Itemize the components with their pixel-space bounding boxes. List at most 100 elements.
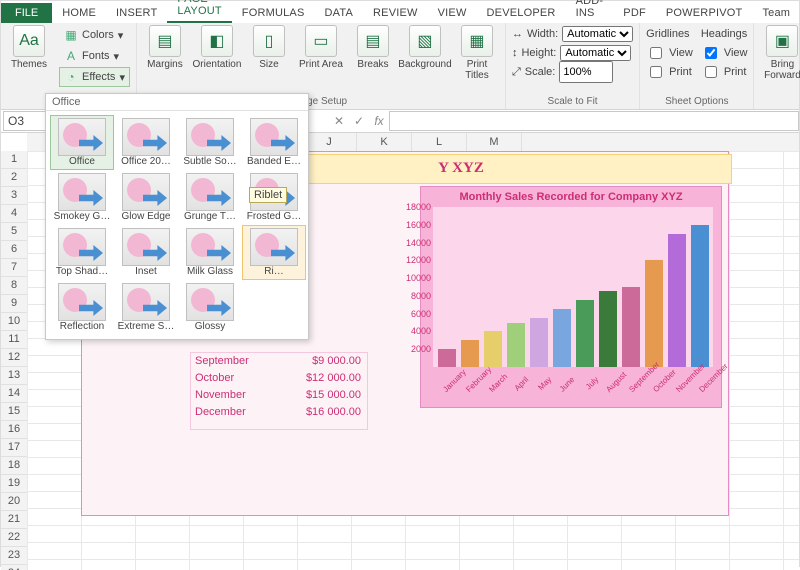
row-header[interactable]: 6	[1, 241, 27, 259]
col-header[interactable]: L	[412, 133, 467, 151]
row-header[interactable]: 4	[1, 205, 27, 223]
row-header[interactable]: 2	[1, 169, 27, 187]
effect-thumb[interactable]: Milk Glass	[178, 225, 242, 280]
effect-thumb[interactable]: Glossy	[178, 280, 242, 335]
col-header[interactable]: J	[302, 133, 357, 151]
effect-thumb-label: Banded E…	[245, 156, 303, 167]
height-select[interactable]: Automatic	[560, 45, 631, 61]
month-cell: December	[191, 404, 278, 421]
scale-input[interactable]	[559, 61, 613, 83]
row-header[interactable]: 22	[1, 529, 27, 547]
gridlines-heading: Gridlines	[646, 25, 693, 43]
formula-input[interactable]	[389, 111, 799, 131]
row-header[interactable]: 1	[1, 151, 27, 169]
tab-addins[interactable]: ADD-INS	[566, 0, 614, 23]
tab-pdf[interactable]: PDF	[613, 3, 656, 23]
effect-thumb[interactable]: Subtle So…	[178, 115, 242, 170]
chart-y-tick: 10000	[401, 273, 433, 283]
group-sheet-options: Gridlines View Print Headings View Print…	[640, 23, 754, 109]
effects-button[interactable]: ◔Effects ▾	[59, 67, 130, 87]
themes-icon: Aa	[13, 25, 45, 57]
margins-button[interactable]: ▤Margins	[143, 25, 187, 70]
effect-thumb-icon	[122, 228, 170, 266]
effect-thumb-label: Extreme S…	[117, 321, 175, 332]
col-header[interactable]: K	[357, 133, 412, 151]
print-titles-button[interactable]: ▦Print Titles	[455, 25, 499, 81]
row-header[interactable]: 24	[1, 565, 27, 570]
row-header[interactable]: 15	[1, 403, 27, 421]
tab-data[interactable]: DATA	[315, 3, 364, 23]
effect-thumb[interactable]: Ri…	[242, 225, 306, 280]
row-header[interactable]: 19	[1, 475, 27, 493]
chart-bar	[438, 349, 456, 367]
table-row: November$15 000.00	[191, 387, 367, 404]
row-headers[interactable]: 1234567891011121314151617181920212223242…	[1, 151, 28, 570]
enter-icon[interactable]: ✓	[349, 114, 369, 128]
effect-thumb-label: Reflection	[53, 321, 111, 332]
effect-thumb[interactable]: Grunge T…	[178, 170, 242, 225]
chart-bar	[576, 300, 594, 367]
row-header[interactable]: 9	[1, 295, 27, 313]
effect-thumb[interactable]: Office	[50, 115, 114, 170]
effect-thumb[interactable]: Reflection	[50, 280, 114, 335]
col-header[interactable]: M	[467, 133, 522, 151]
gridlines-view-check[interactable]	[650, 45, 662, 61]
row-header[interactable]: 14	[1, 385, 27, 403]
row-header[interactable]: 23	[1, 547, 27, 565]
effect-thumb[interactable]: Office 20…	[114, 115, 178, 170]
row-header[interactable]: 16	[1, 421, 27, 439]
chart-plot-area: 1800016000140001200010000800060004000200…	[433, 207, 713, 367]
headings-print-check[interactable]	[705, 64, 717, 80]
tab-view[interactable]: VIEW	[428, 3, 477, 23]
chart[interactable]: Monthly Sales Recorded for Company XYZ 1…	[420, 186, 722, 408]
gridlines-print-check[interactable]	[650, 64, 662, 80]
row-header[interactable]: 20	[1, 493, 27, 511]
tab-formulas[interactable]: FORMULAS	[232, 3, 315, 23]
chart-bar	[461, 340, 479, 367]
tab-team[interactable]: Team	[752, 3, 800, 23]
tab-powerpivot[interactable]: POWERPIVOT	[656, 3, 753, 23]
tab-insert[interactable]: INSERT	[106, 3, 167, 23]
headings-view-check[interactable]	[705, 45, 717, 61]
effect-thumb[interactable]: Inset	[114, 225, 178, 280]
cancel-icon[interactable]: ✕	[329, 114, 349, 128]
file-tab[interactable]: FILE	[1, 3, 52, 23]
themes-button[interactable]: AaThemes	[7, 25, 51, 70]
row-header[interactable]: 21	[1, 511, 27, 529]
width-select[interactable]: Automatic	[562, 26, 633, 42]
row-header[interactable]: 7	[1, 259, 27, 277]
colors-button[interactable]: ▦Colors ▾	[59, 25, 130, 45]
fonts-button[interactable]: AFonts ▾	[59, 46, 130, 66]
bring-forward-button[interactable]: ▣Bring Forward	[760, 25, 800, 81]
tab-developer[interactable]: DEVELOPER	[477, 3, 566, 23]
breaks-button[interactable]: ▤Breaks	[351, 25, 395, 70]
row-header[interactable]: 8	[1, 277, 27, 295]
row-header[interactable]: 5	[1, 223, 27, 241]
row-header[interactable]: 13	[1, 367, 27, 385]
effect-thumb[interactable]: Extreme S…	[114, 280, 178, 335]
effect-thumb[interactable]: Top Shad…	[50, 225, 114, 280]
effect-thumb[interactable]: Smokey G…	[50, 170, 114, 225]
size-button[interactable]: ▯Size	[247, 25, 291, 70]
orientation-button[interactable]: ◧Orientation	[195, 25, 239, 70]
row-header[interactable]: 10	[1, 313, 27, 331]
effect-thumb[interactable]: Glow Edge	[114, 170, 178, 225]
chart-bar	[645, 260, 663, 367]
bring-forward-icon: ▣	[766, 25, 798, 57]
effect-thumb-icon	[122, 283, 170, 321]
row-header[interactable]: 12	[1, 349, 27, 367]
effect-thumb[interactable]: Banded E…	[242, 115, 306, 170]
tab-home[interactable]: HOME	[52, 3, 106, 23]
table-row: October$12 000.00	[191, 370, 367, 387]
row-header[interactable]: 11	[1, 331, 27, 349]
print-area-button[interactable]: ▭Print Area	[299, 25, 343, 70]
row-header[interactable]: 17	[1, 439, 27, 457]
tab-review[interactable]: REVIEW	[363, 3, 428, 23]
fx-icon[interactable]: fx	[369, 114, 389, 128]
table-row: December$16 000.00	[191, 404, 367, 421]
value-cell: $9 000.00	[278, 353, 367, 370]
tab-page-layout[interactable]: PAGE LAYOUT	[167, 0, 231, 23]
background-button[interactable]: ▧Background	[403, 25, 447, 70]
row-header[interactable]: 3	[1, 187, 27, 205]
row-header[interactable]: 18	[1, 457, 27, 475]
